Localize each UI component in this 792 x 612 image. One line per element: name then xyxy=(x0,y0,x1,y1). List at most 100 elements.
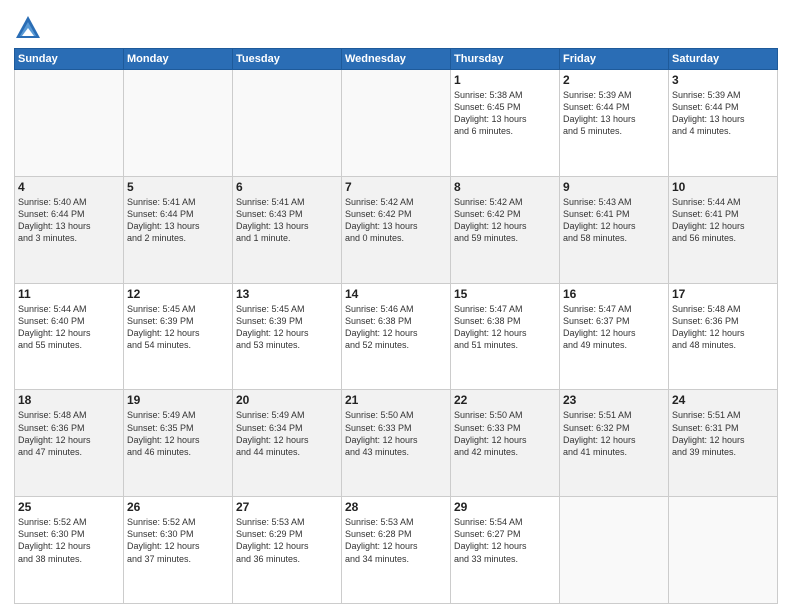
day-number: 4 xyxy=(18,180,120,194)
calendar-cell: 19 Sunrise: 5:49 AM Sunset: 6:35 PM Dayli… xyxy=(124,390,233,497)
calendar-cell: 7Sunrise: 5:42 AM Sunset: 6:42 PM Daylig… xyxy=(342,176,451,283)
cell-content: Sunrise: 5:52 AM Sunset: 6:30 PM Dayligh… xyxy=(18,516,120,565)
cell-content: Sunrise: 5:54 AM Sunset: 6:27 PM Dayligh… xyxy=(454,516,556,565)
day-number: 1 xyxy=(454,73,556,87)
header xyxy=(14,10,778,42)
day-number: 11 xyxy=(18,287,120,301)
calendar-cell: 27 Sunrise: 5:53 AM Sunset: 6:29 PM Dayli… xyxy=(233,497,342,604)
calendar-cell: 6 Sunrise: 5:41 AM Sunset: 6:43 PM Daylig… xyxy=(233,176,342,283)
calendar-cell: 13Sunrise: 5:45 AM Sunset: 6:39 PM Dayli… xyxy=(233,283,342,390)
calendar-cell xyxy=(124,70,233,177)
cell-content: Sunrise: 5:45 AM Sunset: 6:39 PM Dayligh… xyxy=(127,303,229,352)
day-number: 26 xyxy=(127,500,229,514)
calendar-cell: 15 Sunrise: 5:47 AM Sunset: 6:38 PM Dayli… xyxy=(451,283,560,390)
cell-content: Sunrise: 5:41 AM Sunset: 6:43 PM Dayligh… xyxy=(236,196,338,245)
cell-content: Sunrise: 5:42 AM Sunset: 6:42 PM Dayligh… xyxy=(345,196,447,245)
day-number: 9 xyxy=(563,180,665,194)
cell-content: Sunrise: 5:41 AM Sunset: 6:44 PM Dayligh… xyxy=(127,196,229,245)
col-header-wednesday: Wednesday xyxy=(342,49,451,70)
day-number: 24 xyxy=(672,393,774,407)
calendar-cell: 14 Sunrise: 5:46 AM Sunset: 6:38 PM Dayli… xyxy=(342,283,451,390)
calendar-cell: 28 Sunrise: 5:53 AM Sunset: 6:28 PM Dayli… xyxy=(342,497,451,604)
day-number: 27 xyxy=(236,500,338,514)
calendar-table: SundayMondayTuesdayWednesdayThursdayFrid… xyxy=(14,48,778,604)
calendar-cell: 3 Sunrise: 5:39 AM Sunset: 6:44 PM Daylig… xyxy=(669,70,778,177)
calendar-cell: 10Sunrise: 5:44 AM Sunset: 6:41 PM Dayli… xyxy=(669,176,778,283)
calendar-week-1: 1 Sunrise: 5:38 AM Sunset: 6:45 PM Daylig… xyxy=(15,70,778,177)
day-number: 6 xyxy=(236,180,338,194)
day-number: 13 xyxy=(236,287,338,301)
col-header-thursday: Thursday xyxy=(451,49,560,70)
cell-content: Sunrise: 5:48 AM Sunset: 6:36 PM Dayligh… xyxy=(18,409,120,458)
cell-content: Sunrise: 5:51 AM Sunset: 6:31 PM Dayligh… xyxy=(672,409,774,458)
day-number: 18 xyxy=(18,393,120,407)
day-number: 28 xyxy=(345,500,447,514)
calendar-cell: 2Sunrise: 5:39 AM Sunset: 6:44 PM Daylig… xyxy=(560,70,669,177)
calendar-cell: 20 Sunrise: 5:49 AM Sunset: 6:34 PM Dayli… xyxy=(233,390,342,497)
cell-content: Sunrise: 5:44 AM Sunset: 6:40 PM Dayligh… xyxy=(18,303,120,352)
cell-content: Sunrise: 5:53 AM Sunset: 6:28 PM Dayligh… xyxy=(345,516,447,565)
cell-content: Sunrise: 5:50 AM Sunset: 6:33 PM Dayligh… xyxy=(345,409,447,458)
day-number: 25 xyxy=(18,500,120,514)
calendar-header-row: SundayMondayTuesdayWednesdayThursdayFrid… xyxy=(15,49,778,70)
calendar-cell: 17Sunrise: 5:48 AM Sunset: 6:36 PM Dayli… xyxy=(669,283,778,390)
cell-content: Sunrise: 5:52 AM Sunset: 6:30 PM Dayligh… xyxy=(127,516,229,565)
logo xyxy=(14,14,46,42)
day-number: 8 xyxy=(454,180,556,194)
day-number: 5 xyxy=(127,180,229,194)
cell-content: Sunrise: 5:46 AM Sunset: 6:38 PM Dayligh… xyxy=(345,303,447,352)
calendar-cell xyxy=(560,497,669,604)
calendar-week-4: 18 Sunrise: 5:48 AM Sunset: 6:36 PM Dayli… xyxy=(15,390,778,497)
day-number: 16 xyxy=(563,287,665,301)
calendar-cell: 16 Sunrise: 5:47 AM Sunset: 6:37 PM Dayli… xyxy=(560,283,669,390)
calendar-cell xyxy=(342,70,451,177)
calendar-cell xyxy=(15,70,124,177)
calendar-cell xyxy=(233,70,342,177)
cell-content: Sunrise: 5:49 AM Sunset: 6:34 PM Dayligh… xyxy=(236,409,338,458)
cell-content: Sunrise: 5:49 AM Sunset: 6:35 PM Dayligh… xyxy=(127,409,229,458)
cell-content: Sunrise: 5:47 AM Sunset: 6:38 PM Dayligh… xyxy=(454,303,556,352)
cell-content: Sunrise: 5:39 AM Sunset: 6:44 PM Dayligh… xyxy=(563,89,665,138)
calendar-cell: 1 Sunrise: 5:38 AM Sunset: 6:45 PM Daylig… xyxy=(451,70,560,177)
day-number: 23 xyxy=(563,393,665,407)
day-number: 15 xyxy=(454,287,556,301)
cell-content: Sunrise: 5:47 AM Sunset: 6:37 PM Dayligh… xyxy=(563,303,665,352)
cell-content: Sunrise: 5:43 AM Sunset: 6:41 PM Dayligh… xyxy=(563,196,665,245)
col-header-monday: Monday xyxy=(124,49,233,70)
calendar-week-3: 11 Sunrise: 5:44 AM Sunset: 6:40 PM Dayli… xyxy=(15,283,778,390)
calendar-cell: 25 Sunrise: 5:52 AM Sunset: 6:30 PM Dayli… xyxy=(15,497,124,604)
cell-content: Sunrise: 5:38 AM Sunset: 6:45 PM Dayligh… xyxy=(454,89,556,138)
logo-icon xyxy=(14,14,42,42)
col-header-tuesday: Tuesday xyxy=(233,49,342,70)
calendar-cell: 4 Sunrise: 5:40 AM Sunset: 6:44 PM Daylig… xyxy=(15,176,124,283)
cell-content: Sunrise: 5:39 AM Sunset: 6:44 PM Dayligh… xyxy=(672,89,774,138)
cell-content: Sunrise: 5:48 AM Sunset: 6:36 PM Dayligh… xyxy=(672,303,774,352)
calendar-cell: 24 Sunrise: 5:51 AM Sunset: 6:31 PM Dayli… xyxy=(669,390,778,497)
day-number: 19 xyxy=(127,393,229,407)
day-number: 29 xyxy=(454,500,556,514)
col-header-saturday: Saturday xyxy=(669,49,778,70)
calendar-cell: 12 Sunrise: 5:45 AM Sunset: 6:39 PM Dayli… xyxy=(124,283,233,390)
cell-content: Sunrise: 5:40 AM Sunset: 6:44 PM Dayligh… xyxy=(18,196,120,245)
cell-content: Sunrise: 5:44 AM Sunset: 6:41 PM Dayligh… xyxy=(672,196,774,245)
day-number: 14 xyxy=(345,287,447,301)
calendar-cell: 29 Sunrise: 5:54 AM Sunset: 6:27 PM Dayli… xyxy=(451,497,560,604)
col-header-friday: Friday xyxy=(560,49,669,70)
calendar-cell: 22Sunrise: 5:50 AM Sunset: 6:33 PM Dayli… xyxy=(451,390,560,497)
day-number: 20 xyxy=(236,393,338,407)
calendar-cell xyxy=(669,497,778,604)
calendar-cell: 8Sunrise: 5:42 AM Sunset: 6:42 PM Daylig… xyxy=(451,176,560,283)
day-number: 12 xyxy=(127,287,229,301)
calendar-week-5: 25 Sunrise: 5:52 AM Sunset: 6:30 PM Dayli… xyxy=(15,497,778,604)
calendar-cell: 23 Sunrise: 5:51 AM Sunset: 6:32 PM Dayli… xyxy=(560,390,669,497)
cell-content: Sunrise: 5:51 AM Sunset: 6:32 PM Dayligh… xyxy=(563,409,665,458)
calendar-cell: 26 Sunrise: 5:52 AM Sunset: 6:30 PM Dayli… xyxy=(124,497,233,604)
cell-content: Sunrise: 5:53 AM Sunset: 6:29 PM Dayligh… xyxy=(236,516,338,565)
day-number: 3 xyxy=(672,73,774,87)
calendar-cell: 9 Sunrise: 5:43 AM Sunset: 6:41 PM Daylig… xyxy=(560,176,669,283)
calendar-cell: 18 Sunrise: 5:48 AM Sunset: 6:36 PM Dayli… xyxy=(15,390,124,497)
calendar-cell: 5 Sunrise: 5:41 AM Sunset: 6:44 PM Daylig… xyxy=(124,176,233,283)
calendar-week-2: 4 Sunrise: 5:40 AM Sunset: 6:44 PM Daylig… xyxy=(15,176,778,283)
calendar-cell: 21Sunrise: 5:50 AM Sunset: 6:33 PM Dayli… xyxy=(342,390,451,497)
day-number: 22 xyxy=(454,393,556,407)
